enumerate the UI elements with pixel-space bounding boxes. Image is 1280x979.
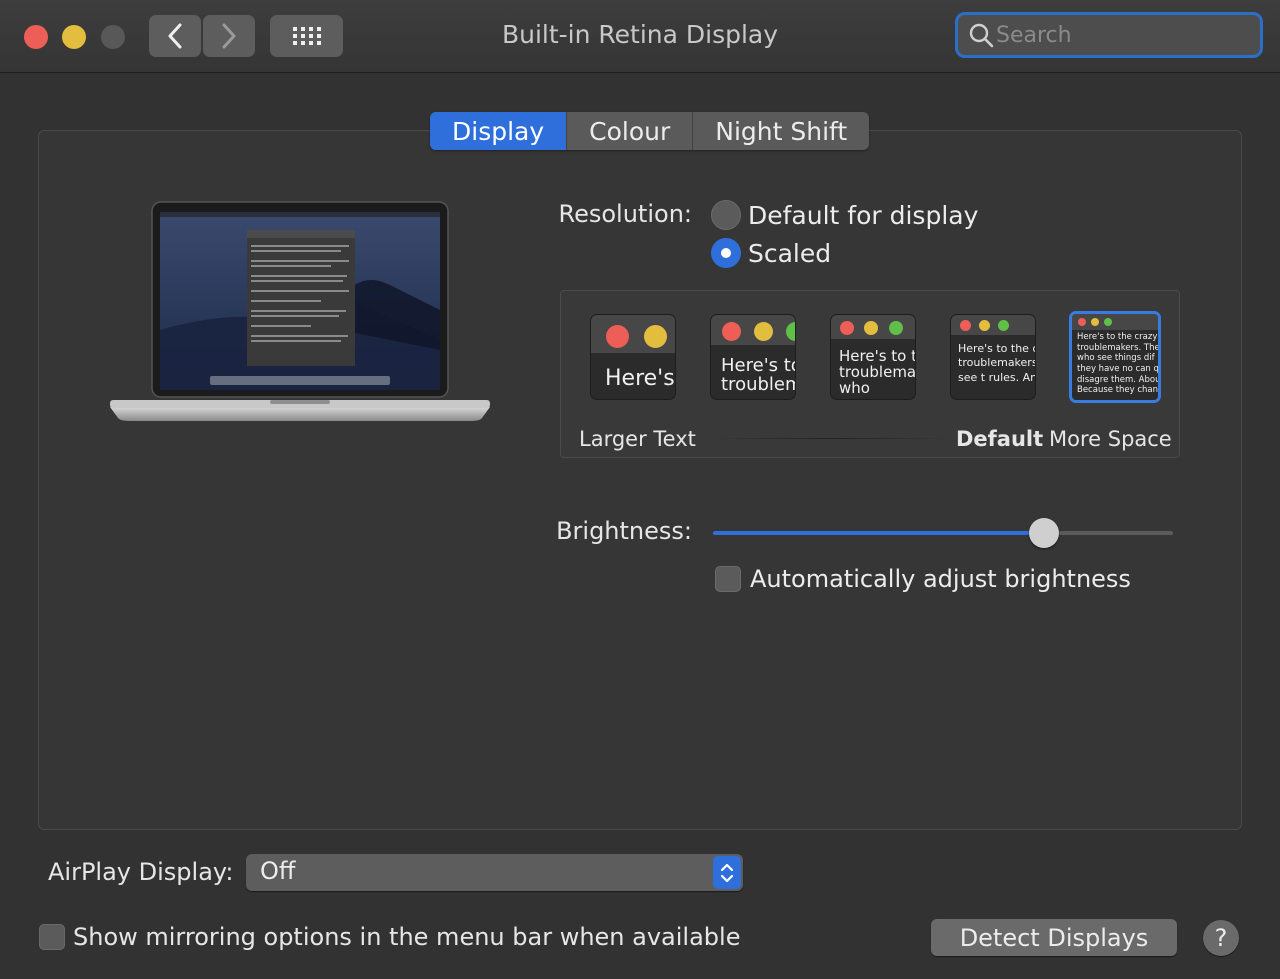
popup-arrows-icon <box>713 856 741 889</box>
scaling-chooser: Here's Here's to troublem Here's to t tr… <box>560 290 1180 458</box>
scale-option-4[interactable]: Here's to the cr troublemakers. ones who… <box>950 314 1036 400</box>
scale-option-3[interactable]: Here's to t troublema ones who <box>830 314 916 400</box>
brightness-slider-knob[interactable] <box>1029 518 1060 548</box>
radio-default-for-display[interactable] <box>711 200 741 230</box>
detect-displays-button[interactable]: Detect Displays <box>931 919 1177 956</box>
resolution-label: Resolution: <box>558 200 693 228</box>
scale-option-5[interactable]: Here's to the crazy one troublemakers. T… <box>1069 311 1161 403</box>
title-bar: Built-in Retina Display <box>0 0 1280 73</box>
brightness-label: Brightness: <box>556 517 692 545</box>
tab-colour[interactable]: Colour <box>567 112 694 150</box>
airplay-display-label: AirPlay Display: <box>48 858 234 886</box>
airplay-display-popup[interactable]: Off <box>246 854 743 891</box>
tab-bar: Display Colour Night Shift <box>430 112 870 150</box>
scaled-label[interactable]: Scaled <box>748 239 831 268</box>
tab-night-shift[interactable]: Night Shift <box>693 112 869 150</box>
scale-divider <box>711 438 949 439</box>
search-field[interactable] <box>955 12 1263 58</box>
default-scale-label: Default <box>956 427 1044 451</box>
larger-text-label: Larger Text <box>579 427 696 451</box>
tab-display[interactable]: Display <box>430 112 568 150</box>
airplay-display-value: Off <box>260 857 296 885</box>
mirroring-options-checkbox[interactable] <box>39 924 65 950</box>
help-button[interactable]: ? <box>1203 920 1239 956</box>
default-for-display-label[interactable]: Default for display <box>748 201 978 230</box>
scale-option-5-text: Here's to the crazy one troublemakers. T… <box>1077 332 1161 396</box>
auto-brightness-checkbox[interactable] <box>715 566 741 592</box>
search-icon <box>969 23 994 48</box>
scale-option-2[interactable]: Here's to troublem <box>710 314 796 400</box>
scale-option-2-text: Here's to troublem <box>721 355 796 395</box>
mirroring-options-label[interactable]: Show mirroring options in the menu bar w… <box>73 923 740 951</box>
scale-option-1-text: Here's <box>605 366 675 391</box>
radio-scaled[interactable] <box>711 238 741 268</box>
scale-option-3-text: Here's to t troublema ones who <box>839 347 916 397</box>
scale-option-4-text: Here's to the cr troublemakers. ones who… <box>958 342 1036 384</box>
scale-option-1[interactable]: Here's <box>590 314 676 400</box>
brightness-slider-fill <box>713 531 1045 535</box>
macbook-illustration <box>110 201 490 421</box>
more-space-label: More Space <box>1049 427 1172 451</box>
brightness-slider[interactable] <box>713 518 1173 548</box>
auto-brightness-label[interactable]: Automatically adjust brightness <box>750 565 1131 593</box>
search-input[interactable] <box>996 22 1246 48</box>
